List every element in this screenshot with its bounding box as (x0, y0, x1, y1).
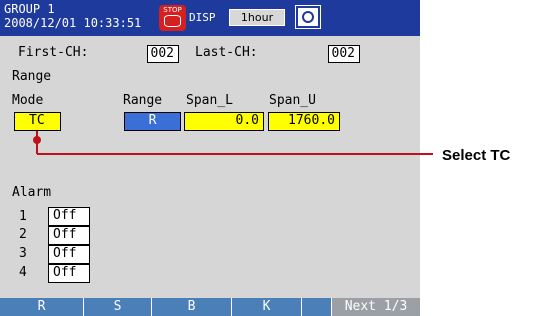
date-time: 2008/12/01 10:33:51 (4, 16, 142, 30)
alarm-field[interactable]: Off (48, 226, 90, 245)
range-label: Range (123, 93, 163, 108)
span-u-field[interactable]: 1760.0 (268, 112, 340, 131)
softkey-b[interactable]: B (152, 298, 232, 316)
alarm-field[interactable]: Off (48, 245, 90, 264)
softkey-k[interactable]: K (232, 298, 302, 316)
callout-label: Select TC (442, 147, 511, 164)
softkey-s[interactable]: S (84, 298, 152, 316)
mode-label: Mode (12, 93, 44, 108)
alarm-row-number: 3 (19, 246, 27, 261)
mode-field[interactable]: TC (14, 112, 61, 131)
stop-label: STOP (163, 6, 182, 14)
softkey-r[interactable]: R (0, 298, 84, 316)
last-ch-field[interactable]: 002 (328, 45, 360, 63)
span-u-label: Span_U (269, 93, 316, 108)
group-name: GROUP 1 (4, 2, 55, 16)
disp-label: DISP (189, 11, 216, 24)
lens-icon (302, 11, 314, 23)
alarm-section-title: Alarm (12, 185, 52, 200)
first-ch-label: First-CH: (18, 45, 89, 60)
range-section-title: Range (12, 69, 52, 84)
range-field[interactable]: R (124, 112, 181, 131)
recorder-screen: GROUP 1 2008/12/01 10:33:51 STOP DISP 1h… (0, 0, 420, 316)
alarm-field[interactable]: Off (48, 264, 90, 283)
alarm-row-number: 4 (19, 265, 27, 280)
softkey-next[interactable]: Next 1/3 (332, 298, 420, 316)
last-ch-label: Last-CH: (195, 45, 258, 60)
span-l-field[interactable]: 0.0 (184, 112, 264, 131)
status-header: GROUP 1 2008/12/01 10:33:51 STOP DISP 1h… (0, 0, 420, 36)
snapshot-icon[interactable] (295, 5, 321, 29)
span-l-label: Span_L (186, 93, 233, 108)
softkey-blank[interactable] (302, 298, 332, 316)
softkey-bar: R S B K Next 1/3 (0, 298, 420, 316)
disk-icon (164, 15, 181, 27)
stop-icon: STOP (159, 5, 186, 31)
alarm-row-number: 1 (19, 209, 27, 224)
interval-button[interactable]: 1hour (229, 9, 285, 26)
first-ch-field[interactable]: 002 (147, 45, 179, 63)
alarm-row-number: 2 (19, 227, 27, 242)
alarm-field[interactable]: Off (48, 207, 90, 226)
